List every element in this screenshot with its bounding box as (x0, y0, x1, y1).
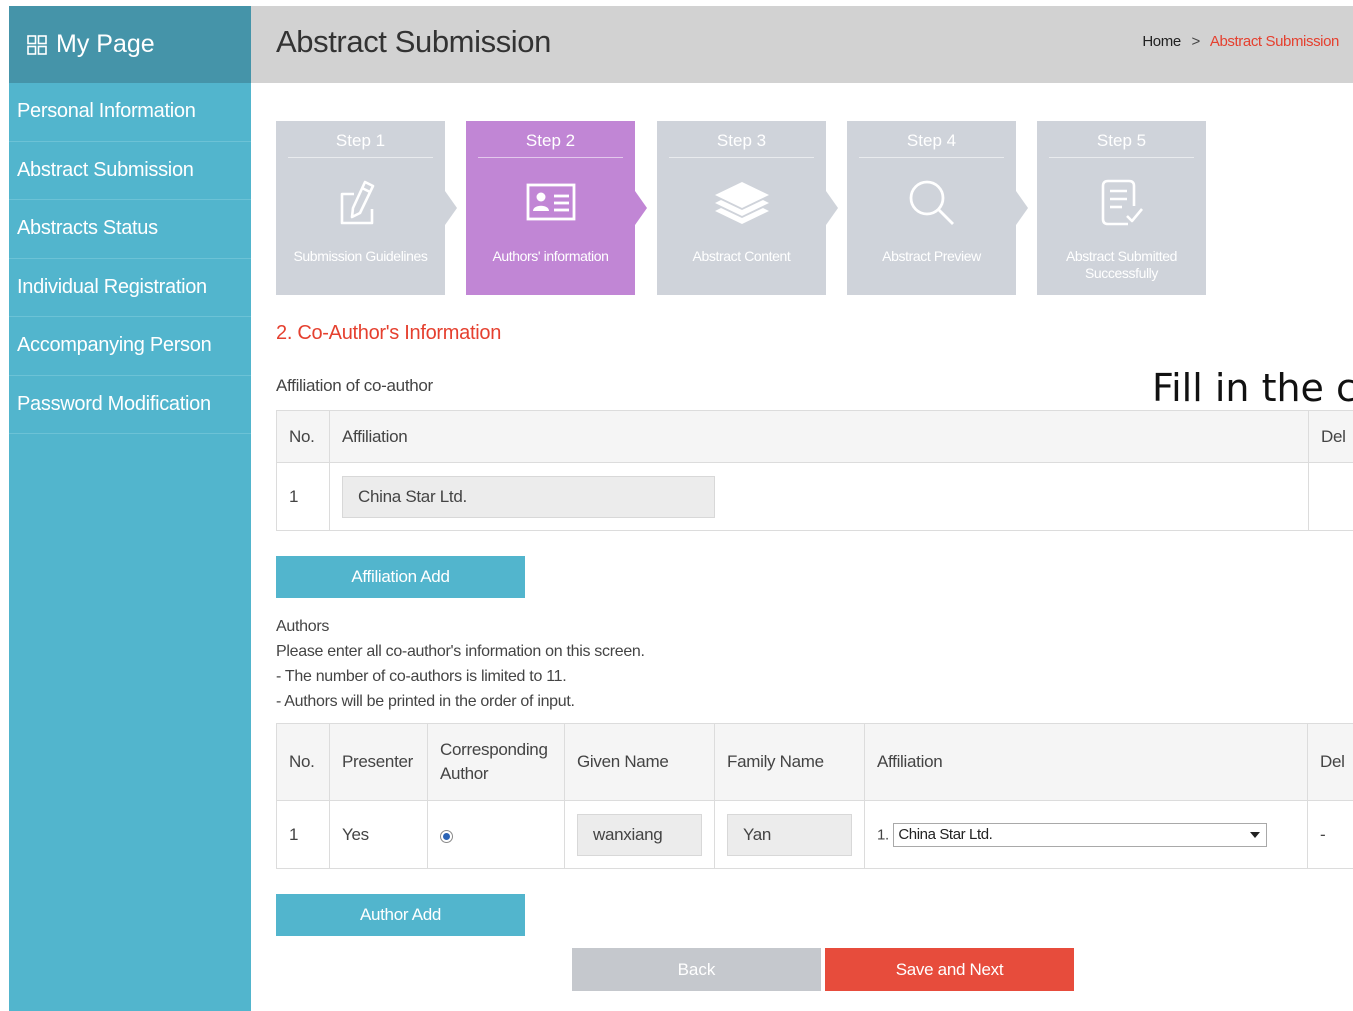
author-add-button[interactable]: Author Add (276, 894, 525, 936)
authors-instructions: Authors Please enter all co-author's inf… (276, 614, 645, 714)
sidebar: My Page Personal Information Abstract Su… (9, 6, 251, 1011)
given-name-cell: wanxiang (564, 800, 715, 869)
step-5: Step 5 Abstract Submitted Successfully (1037, 121, 1206, 295)
breadcrumb-separator: > (1191, 33, 1201, 50)
chevron-down-icon (1250, 831, 1261, 838)
row-number: 1 (276, 462, 330, 531)
step-3: Step 3 Abstract Content (657, 121, 838, 295)
sidebar-item-label: Password Modification (17, 392, 211, 415)
affiliation-label: Affiliation of co-author (276, 376, 433, 395)
step-label: Authors' information (492, 248, 609, 264)
overlay-instruction-text: Fill in the c (1152, 366, 1353, 410)
presenter-cell: Yes (329, 800, 428, 869)
step-arrow (635, 191, 647, 225)
layers-icon (657, 158, 826, 248)
table-row: 1 Yes wanxiang Yan 1. China Star Ltd. - (276, 800, 1353, 869)
step-title: Step 3 (716, 131, 767, 150)
family-name-cell: Yan (714, 800, 865, 869)
sidebar-header[interactable]: My Page (9, 6, 251, 83)
sidebar-item-abstracts-status[interactable]: Abstracts Status (9, 200, 251, 259)
document-check-icon (1037, 158, 1206, 248)
step-arrow (826, 191, 838, 225)
id-card-icon (466, 158, 635, 248)
page-title: Abstract Submission (276, 24, 551, 59)
affiliation-select[interactable]: China Star Ltd. (893, 822, 1268, 847)
affiliation-cell: China Star Ltd. (329, 462, 1309, 531)
step-2: Step 2 Authors' information (466, 121, 647, 295)
search-icon (847, 158, 1016, 248)
table-header-row: No. Presenter Corresponding Author Given… (276, 723, 1353, 801)
authors-note: - Authors will be printed in the order o… (276, 693, 575, 710)
family-name-input[interactable]: Yan (727, 813, 852, 856)
breadcrumb-home-link[interactable]: Home (1142, 33, 1181, 50)
page-header: Abstract Submission Home > Abstract Subm… (251, 6, 1353, 83)
column-header-corresponding-author: Corresponding Author (427, 723, 565, 801)
authors-note: - The number of co-authors is limited to… (276, 668, 567, 685)
sidebar-item-label: Abstracts Status (17, 217, 158, 240)
section-title: 2. Co-Author's Information (276, 322, 502, 344)
step-arrow (445, 191, 457, 225)
step-title: Step 4 (906, 131, 957, 150)
affiliation-select-value: China Star Ltd. (898, 826, 993, 843)
column-header-presenter: Presenter (329, 723, 428, 801)
column-header-family-name: Family Name (714, 723, 865, 801)
authors-heading: Authors (276, 618, 330, 635)
delete-cell (1308, 462, 1353, 531)
sidebar-item-label: Personal Information (17, 100, 196, 123)
edit-document-icon (276, 158, 445, 248)
row-number: 1 (276, 800, 330, 869)
step-4: Step 4 Abstract Preview (847, 121, 1028, 295)
sidebar-item-label: Accompanying Person (17, 334, 212, 357)
column-header-no: No. (276, 410, 330, 463)
given-name-input[interactable]: wanxiang (577, 813, 702, 856)
step-label: Submission Guidelines (293, 248, 428, 264)
column-header-no: No. (276, 723, 330, 801)
column-header-affiliation: Affiliation (329, 410, 1309, 463)
sidebar-item-password-modification[interactable]: Password Modification (9, 376, 251, 434)
affiliation-prefix: 1. (877, 826, 889, 843)
step-arrow (1016, 191, 1028, 225)
back-button[interactable]: Back (572, 948, 821, 991)
column-header-del: Del (1308, 410, 1353, 463)
sidebar-item-personal-information[interactable]: Personal Information (9, 83, 251, 142)
affiliation-input[interactable]: China Star Ltd. (342, 475, 715, 518)
sidebar-item-accompanying-person[interactable]: Accompanying Person (9, 317, 251, 376)
column-header-affiliation: Affiliation (864, 723, 1308, 801)
save-and-next-button[interactable]: Save and Next (825, 948, 1074, 991)
radio-selected-dot (443, 833, 450, 840)
step-1: Step 1 Submission Guidelines (276, 121, 457, 295)
sidebar-item-label: Abstract Submission (17, 158, 194, 181)
corresponding-author-radio[interactable] (440, 830, 453, 843)
column-header-del: Del (1307, 723, 1353, 801)
step-label: Abstract Submitted Successfully (1065, 248, 1178, 281)
table-row: 1 China Star Ltd. (276, 462, 1353, 531)
affiliation-table: No. Affiliation Del 1 China Star Ltd. (276, 410, 1353, 531)
delete-cell: - (1307, 800, 1353, 869)
sidebar-title: My Page (56, 30, 155, 58)
sidebar-item-label: Individual Registration (17, 275, 207, 298)
step-label: Abstract Preview (882, 248, 981, 264)
step-label: Abstract Content (692, 248, 791, 264)
breadcrumb-current: Abstract Submission (1209, 33, 1340, 50)
step-title: Step 2 (525, 131, 576, 150)
table-header-row: No. Affiliation Del (276, 410, 1353, 463)
corresponding-author-cell (427, 800, 565, 869)
affiliation-add-button[interactable]: Affiliation Add (276, 556, 525, 598)
step-title: Step 5 (1096, 131, 1147, 150)
sidebar-item-abstract-submission[interactable]: Abstract Submission (9, 142, 251, 200)
column-header-given-name: Given Name (564, 723, 715, 801)
step-title: Step 1 (335, 131, 386, 150)
sidebar-item-individual-registration[interactable]: Individual Registration (9, 259, 251, 317)
breadcrumb: Home > Abstract Submission (1142, 33, 1339, 50)
grid-icon (27, 34, 47, 55)
authors-table: No. Presenter Corresponding Author Given… (276, 723, 1353, 869)
authors-note: Please enter all co-author's information… (276, 643, 645, 660)
page: My Page Personal Information Abstract Su… (0, 0, 1353, 1011)
affiliation-cell: 1. China Star Ltd. (864, 800, 1308, 869)
